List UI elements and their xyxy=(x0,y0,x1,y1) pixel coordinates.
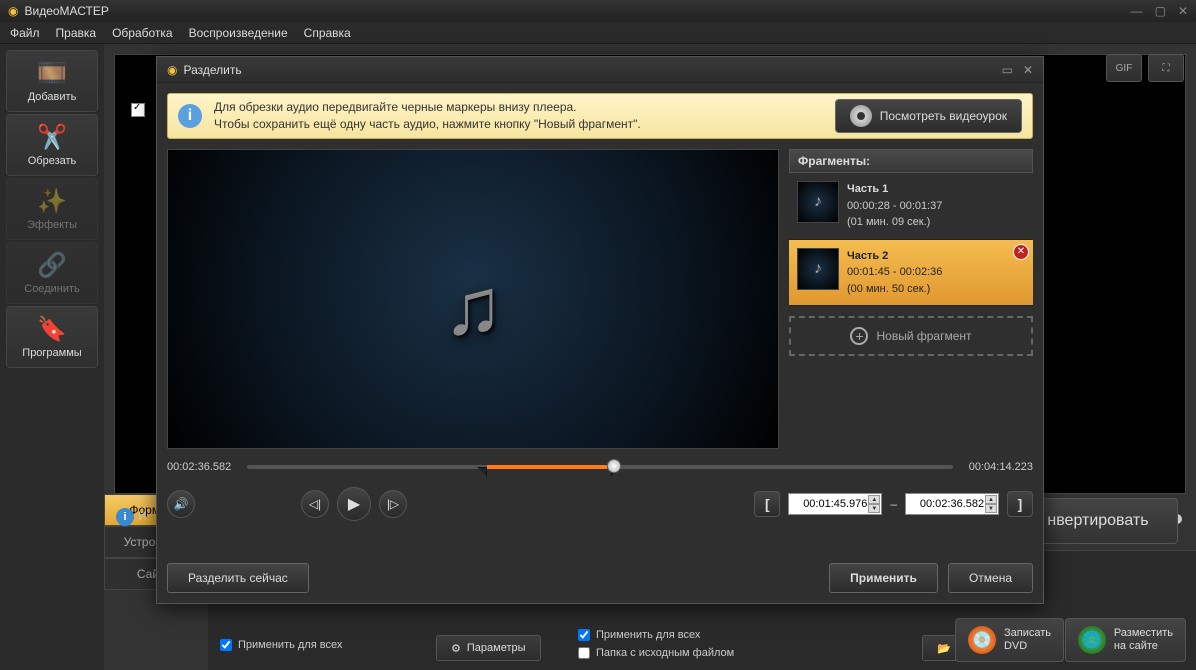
spinner-down-icon[interactable]: ▼ xyxy=(868,504,880,513)
fragment-name: Часть 1 xyxy=(847,181,942,198)
fragment-duration: (01 мин. 09 сек.) xyxy=(847,214,942,231)
menu-edit[interactable]: Правка xyxy=(56,26,97,40)
set-out-button[interactable]: ] xyxy=(1007,491,1033,517)
audio-preview: ♫ xyxy=(167,149,779,449)
burn-dvd-button[interactable]: 💿 Записать DVD xyxy=(955,618,1064,662)
src-folder-label: Папка с исходным файлом xyxy=(596,647,734,659)
dialog-logo-icon: ◉ xyxy=(167,63,177,77)
publish-button[interactable]: 🌐 Разместить на сайте xyxy=(1065,618,1186,662)
end-time-input[interactable]: 00:02:36.582 ▲▼ xyxy=(905,493,999,515)
titlebar: ◉ ВидеоМАСТЕР — ▢ ✕ xyxy=(0,0,1196,22)
maximize-icon[interactable]: ▢ xyxy=(1155,4,1166,18)
info-peek-text: И xyxy=(138,509,147,523)
dialog-minimize-icon[interactable]: ▭ xyxy=(1002,63,1013,77)
tag-icon: 🔖 xyxy=(38,315,66,343)
set-in-button[interactable]: [ xyxy=(754,491,780,517)
fragment-range: 00:01:45 - 00:02:36 xyxy=(847,264,942,281)
menubar: Файл Правка Обработка Воспроизведение Сп… xyxy=(0,22,1196,44)
hint-bar: i Для обрезки аудио передвигайте черные … xyxy=(167,93,1033,139)
spinner-down-icon[interactable]: ▼ xyxy=(985,504,997,513)
fragment-delete-icon[interactable]: ✕ xyxy=(1013,244,1029,260)
dialog-title: Разделить xyxy=(183,63,241,77)
timeline: 00:02:36.582 00:04:14.223 xyxy=(157,449,1043,473)
webcam-icon xyxy=(850,105,872,127)
fragment-name: Часть 2 xyxy=(847,248,942,265)
prev-frame-button[interactable]: ◁| xyxy=(301,490,329,518)
sidebar: 🎞️ Добавить ✂️ Обрезать ✨ Эффекты 🔗 Соед… xyxy=(0,44,104,670)
mute-button[interactable]: 🔊 xyxy=(167,490,195,518)
apply-button[interactable]: Применить xyxy=(829,563,938,593)
fragments-title: Фрагменты: xyxy=(789,149,1033,173)
params-button[interactable]: ⚙ Параметры xyxy=(436,635,541,661)
dialog-titlebar: ◉ Разделить ▭ ✕ xyxy=(157,57,1043,83)
sidebar-label: Обрезать xyxy=(28,155,77,167)
hint-line-1: Для обрезки аудио передвигайте черные ма… xyxy=(214,99,641,116)
split-now-button[interactable]: Разделить сейчас xyxy=(167,563,309,593)
sidebar-add-button[interactable]: 🎞️ Добавить xyxy=(6,50,98,112)
dash: – xyxy=(890,497,897,511)
apply-all-label: Применить для всех xyxy=(238,639,342,651)
sidebar-effects-button: ✨ Эффекты xyxy=(6,178,98,240)
sidebar-join-button: 🔗 Соединить xyxy=(6,242,98,304)
time-right: 00:04:14.223 xyxy=(969,461,1033,473)
gear-icon: ⚙ xyxy=(451,642,461,655)
src-folder-checkbox[interactable] xyxy=(578,647,590,659)
apply-all-checkbox-2[interactable] xyxy=(578,629,590,641)
gif-button[interactable]: GIF xyxy=(1106,54,1142,82)
menu-file[interactable]: Файл xyxy=(10,26,40,40)
dvd-icon: 💿 xyxy=(968,626,996,654)
menu-help[interactable]: Справка xyxy=(304,26,351,40)
watch-tutorial-button[interactable]: Посмотреть видеоурок xyxy=(835,99,1022,133)
plus-icon: + xyxy=(850,327,868,345)
folder-icon: 📂 xyxy=(937,642,951,655)
fragment-duration: (00 мин. 50 сек.) xyxy=(847,281,942,298)
split-dialog: ◉ Разделить ▭ ✕ i Для обрезки аудио пере… xyxy=(156,56,1044,604)
sidebar-trim-button[interactable]: ✂️ Обрезать xyxy=(6,114,98,176)
fragment-item[interactable]: ♪ Часть 1 00:00:28 - 00:01:37 (01 мин. 0… xyxy=(789,173,1033,240)
fragments-panel: Фрагменты: ♪ Часть 1 00:00:28 - 00:01:37… xyxy=(789,149,1033,449)
sidebar-label: Добавить xyxy=(28,91,77,103)
fragment-range: 00:00:28 - 00:01:37 xyxy=(847,198,942,215)
fragment-item-selected[interactable]: ♪ Часть 2 00:01:45 - 00:02:36 (00 мин. 5… xyxy=(789,240,1033,307)
sidebar-programs-button[interactable]: 🔖 Программы xyxy=(6,306,98,368)
minimize-icon[interactable]: — xyxy=(1131,4,1143,18)
music-note-icon: ♫ xyxy=(443,261,503,353)
app-title: ВидеоМАСТЕР xyxy=(24,4,108,18)
play-button[interactable]: ▶ xyxy=(337,487,371,521)
sidebar-label: Эффекты xyxy=(27,219,77,231)
apply-all-checkbox-1[interactable] xyxy=(220,639,232,651)
film-add-icon: 🎞️ xyxy=(38,59,66,87)
timeline-track[interactable] xyxy=(247,465,953,469)
hint-line-2: Чтобы сохранить ещё одну часть аудио, на… xyxy=(214,116,641,133)
time-left: 00:02:36.582 xyxy=(167,461,231,473)
sparkle-icon: ✨ xyxy=(38,187,66,215)
info-icon[interactable]: i xyxy=(116,508,134,526)
fullscreen-button[interactable]: ⛶ xyxy=(1148,54,1184,82)
scissors-icon: ✂️ xyxy=(38,123,66,151)
globe-icon: 🌐 xyxy=(1078,626,1106,654)
app-logo-icon: ◉ xyxy=(8,4,18,18)
spinner-up-icon[interactable]: ▲ xyxy=(985,495,997,504)
sidebar-label: Соединить xyxy=(24,283,80,295)
sidebar-label: Программы xyxy=(22,347,81,359)
apply-all-label-2: Применить для всех xyxy=(596,629,700,641)
next-frame-button[interactable]: |▷ xyxy=(379,490,407,518)
cancel-button[interactable]: Отмена xyxy=(948,563,1033,593)
playhead-handle[interactable] xyxy=(607,459,621,473)
fragment-thumb-icon: ♪ xyxy=(797,181,839,223)
start-time-input[interactable]: 00:01:45.976 ▲▼ xyxy=(788,493,882,515)
dialog-close-icon[interactable]: ✕ xyxy=(1023,63,1033,77)
new-fragment-button[interactable]: + Новый фрагмент xyxy=(789,316,1033,356)
close-icon[interactable]: ✕ xyxy=(1178,4,1188,18)
item-checkbox[interactable] xyxy=(131,103,145,117)
menu-process[interactable]: Обработка xyxy=(112,26,173,40)
fragment-thumb-icon: ♪ xyxy=(797,248,839,290)
link-icon: 🔗 xyxy=(38,251,66,279)
info-badge-icon: i xyxy=(178,104,202,128)
spinner-up-icon[interactable]: ▲ xyxy=(868,495,880,504)
menu-playback[interactable]: Воспроизведение xyxy=(189,26,288,40)
